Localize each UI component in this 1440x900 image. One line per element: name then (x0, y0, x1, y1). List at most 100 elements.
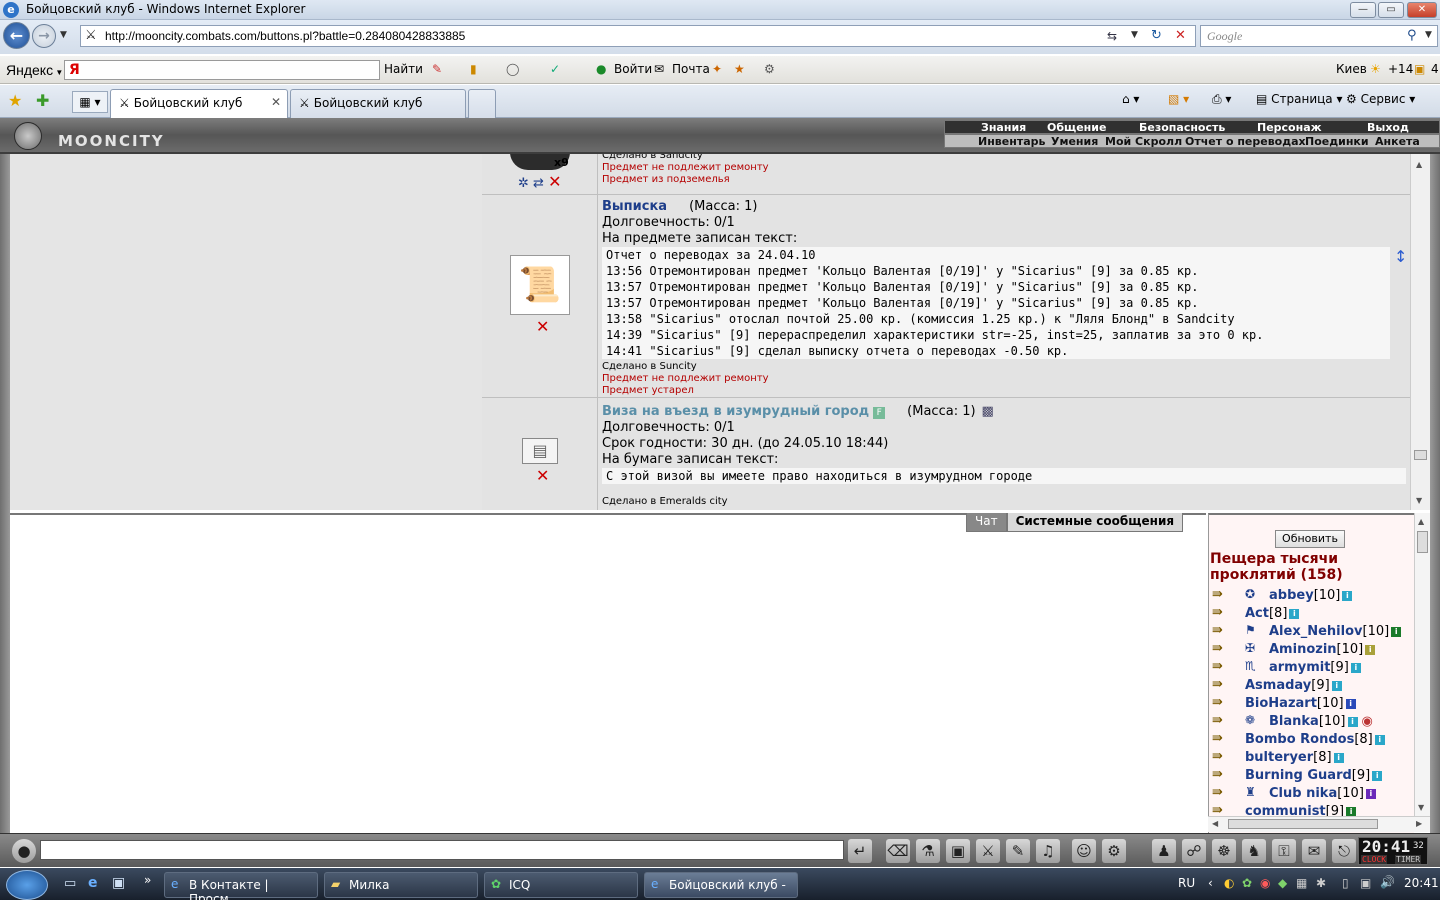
search-icon[interactable]: ⚲ (1407, 28, 1417, 43)
task-vkontakte[interactable]: e В Контакте | Просм... (164, 872, 318, 900)
quest-icon[interactable]: ☍ (1182, 839, 1206, 863)
menu-my-scroll[interactable]: Мой Скролл (1105, 135, 1182, 148)
player-nick[interactable]: Aminozin (1269, 642, 1337, 657)
info-icon[interactable]: i (1331, 680, 1342, 691)
filter-icon[interactable]: ⚗ (916, 839, 940, 863)
add-favorites-icon[interactable]: ✚ (36, 91, 49, 110)
task-icq[interactable]: ✿ ICQ (484, 872, 638, 898)
yandex-find-button[interactable]: Найти (384, 62, 423, 76)
tab-fightclub-2[interactable]: ⚔ Бойцовский клуб (290, 89, 466, 118)
player-nick[interactable]: Bombo Rondos (1245, 732, 1354, 747)
player-nick[interactable]: Asmaday (1245, 678, 1311, 693)
tray-power-icon[interactable]: ▯ (1342, 876, 1349, 890)
info-icon[interactable]: i (1391, 626, 1402, 637)
task-milka[interactable]: ▰ Милка (324, 872, 478, 898)
fight-icon[interactable]: ⚔ (976, 839, 1000, 863)
player-name[interactable]: abbey[10] i (1269, 588, 1353, 603)
minimize-button[interactable]: — (1350, 2, 1376, 18)
task-fightclub[interactable]: e Бойцовский клуб - ... (644, 872, 798, 900)
menu-knowledge[interactable]: Знания (981, 121, 1026, 134)
scroll-up-icon[interactable]: ▲ (1416, 160, 1422, 169)
tab-chat[interactable]: Чат (966, 513, 1007, 532)
resize-arrows-icon[interactable]: ↕ (1394, 247, 1407, 266)
info-icon[interactable]: i (1345, 698, 1356, 709)
info-icon[interactable]: i (1342, 590, 1353, 601)
tray-expand-icon[interactable]: ‹ (1208, 876, 1213, 890)
history-dropdown-icon[interactable]: ▼ (60, 30, 67, 40)
settings-gear-icon[interactable]: ⚙ (764, 62, 775, 76)
player-name[interactable]: BioHazart[10] i (1245, 696, 1356, 711)
player-name[interactable]: Asmaday[9] i (1245, 678, 1342, 693)
delete-icon[interactable]: ✕ (548, 172, 561, 191)
save-log-icon[interactable]: ▣ (946, 839, 970, 863)
private-arrow-icon[interactable]: ⇛ (1212, 623, 1223, 638)
player-name[interactable]: Blanka[10] i ◉ (1269, 714, 1373, 729)
weather-city[interactable]: Киев (1336, 62, 1367, 76)
player-name[interactable]: Aminozin[10] i (1269, 642, 1376, 657)
player-name[interactable]: bulteryer[8] i (1245, 750, 1344, 765)
info-icon[interactable]: i (1365, 644, 1376, 655)
refresh-icon[interactable]: ↻ (1151, 28, 1162, 43)
delete-icon[interactable]: ✕ (536, 466, 549, 485)
stop-icon[interactable]: ✕ (1175, 28, 1186, 43)
inventory-scrollbar[interactable]: ▲ ▼ (1410, 154, 1430, 510)
home-icon[interactable]: ⌂ ▾ (1122, 92, 1139, 106)
games-icon[interactable]: ✦ (712, 62, 722, 76)
item-name[interactable]: Виза на въезд в изумрудный город (602, 404, 869, 419)
translit-icon[interactable]: ⚙ (1102, 839, 1126, 863)
player-nick[interactable]: bulteryer (1245, 750, 1313, 765)
private-arrow-icon[interactable]: ⇛ (1212, 587, 1223, 602)
player-name[interactable]: armymit[9] i (1269, 660, 1361, 675)
close-tab-icon[interactable]: ✕ (271, 95, 281, 109)
player-name[interactable]: Club nika[10] i (1269, 786, 1376, 801)
clock-mode-label[interactable]: CLOCK (1361, 855, 1388, 864)
info-icon[interactable]: i (1374, 734, 1385, 745)
character-icon[interactable]: ♟ (1152, 839, 1176, 863)
tray-network-icon[interactable]: ▦ (1296, 876, 1307, 890)
sound-icon[interactable]: ♫ (1036, 839, 1060, 863)
pen-icon[interactable]: ✎ (432, 62, 442, 76)
menu-battles[interactable]: Поединки (1305, 135, 1369, 148)
ie-quicklaunch-icon[interactable]: e (88, 875, 98, 891)
player-nick[interactable]: armymit (1269, 660, 1330, 675)
menu-security[interactable]: Безопасность (1139, 121, 1225, 134)
spellcheck-icon[interactable]: ✓ (550, 62, 560, 76)
player-nick[interactable]: Club nika (1269, 786, 1337, 801)
scroll-down-icon[interactable]: ▼ (1416, 496, 1422, 505)
smiles-icon[interactable]: ☺ (1072, 839, 1096, 863)
exit-door-icon[interactable]: ⎋ (1332, 839, 1356, 863)
address-url[interactable]: http://mooncity.combats.com/buttons.pl?b… (105, 29, 465, 43)
info-icon[interactable]: i (1365, 788, 1376, 799)
private-arrow-icon[interactable]: ⇛ (1212, 605, 1223, 620)
yandex-mail-button[interactable]: Почта (672, 62, 710, 76)
tray-shield-icon[interactable]: ◆ (1278, 876, 1287, 890)
close-window-button[interactable]: ✕ (1407, 2, 1437, 18)
private-arrow-icon[interactable]: ⇛ (1212, 677, 1223, 692)
scroll-left-icon[interactable]: ◀ (1212, 819, 1218, 828)
feeds-icon[interactable]: ▧ ▾ (1168, 92, 1189, 106)
online-scrollbar[interactable]: ▲ ▼ (1414, 513, 1430, 816)
mail-letter-icon[interactable]: ✉ (1302, 839, 1326, 863)
menu-transfers-report[interactable]: Отчет о переводах (1185, 135, 1306, 148)
page-menu[interactable]: ▤ Страница ▾ (1256, 92, 1343, 106)
send-enter-icon[interactable]: ↵ (848, 839, 872, 863)
yandex-login-button[interactable]: Войти (614, 62, 652, 76)
party-icon[interactable]: ☸ (1212, 839, 1236, 863)
address-dropdown-icon[interactable]: ▼ (1131, 30, 1138, 40)
tray-app-icon[interactable]: ◐ (1224, 876, 1234, 890)
print-icon[interactable]: ⎙ ▾ (1212, 92, 1231, 107)
show-desktop-icon[interactable]: ▭ (64, 876, 76, 891)
player-nick[interactable]: Blanka (1269, 714, 1319, 729)
tab-fightclub-1[interactable]: ⚔ Бойцовский клуб ✕ (110, 89, 288, 118)
quicklaunch-more-icon[interactable]: » (144, 873, 151, 887)
info-icon[interactable]: i (1289, 608, 1300, 619)
clear-icon[interactable]: ⌫ (886, 839, 910, 863)
private-arrow-icon[interactable]: ⇛ (1212, 641, 1223, 656)
private-arrow-icon[interactable]: ⇛ (1212, 659, 1223, 674)
info-icon[interactable]: i (1350, 662, 1361, 673)
scroll-thumb[interactable] (1228, 819, 1378, 829)
tab-system-messages[interactable]: Системные сообщения (1006, 513, 1184, 532)
player-name[interactable]: Burning Guard[9] i (1245, 768, 1383, 783)
delete-icon[interactable]: ✕ (536, 317, 549, 336)
player-nick[interactable]: BioHazart (1245, 696, 1317, 711)
